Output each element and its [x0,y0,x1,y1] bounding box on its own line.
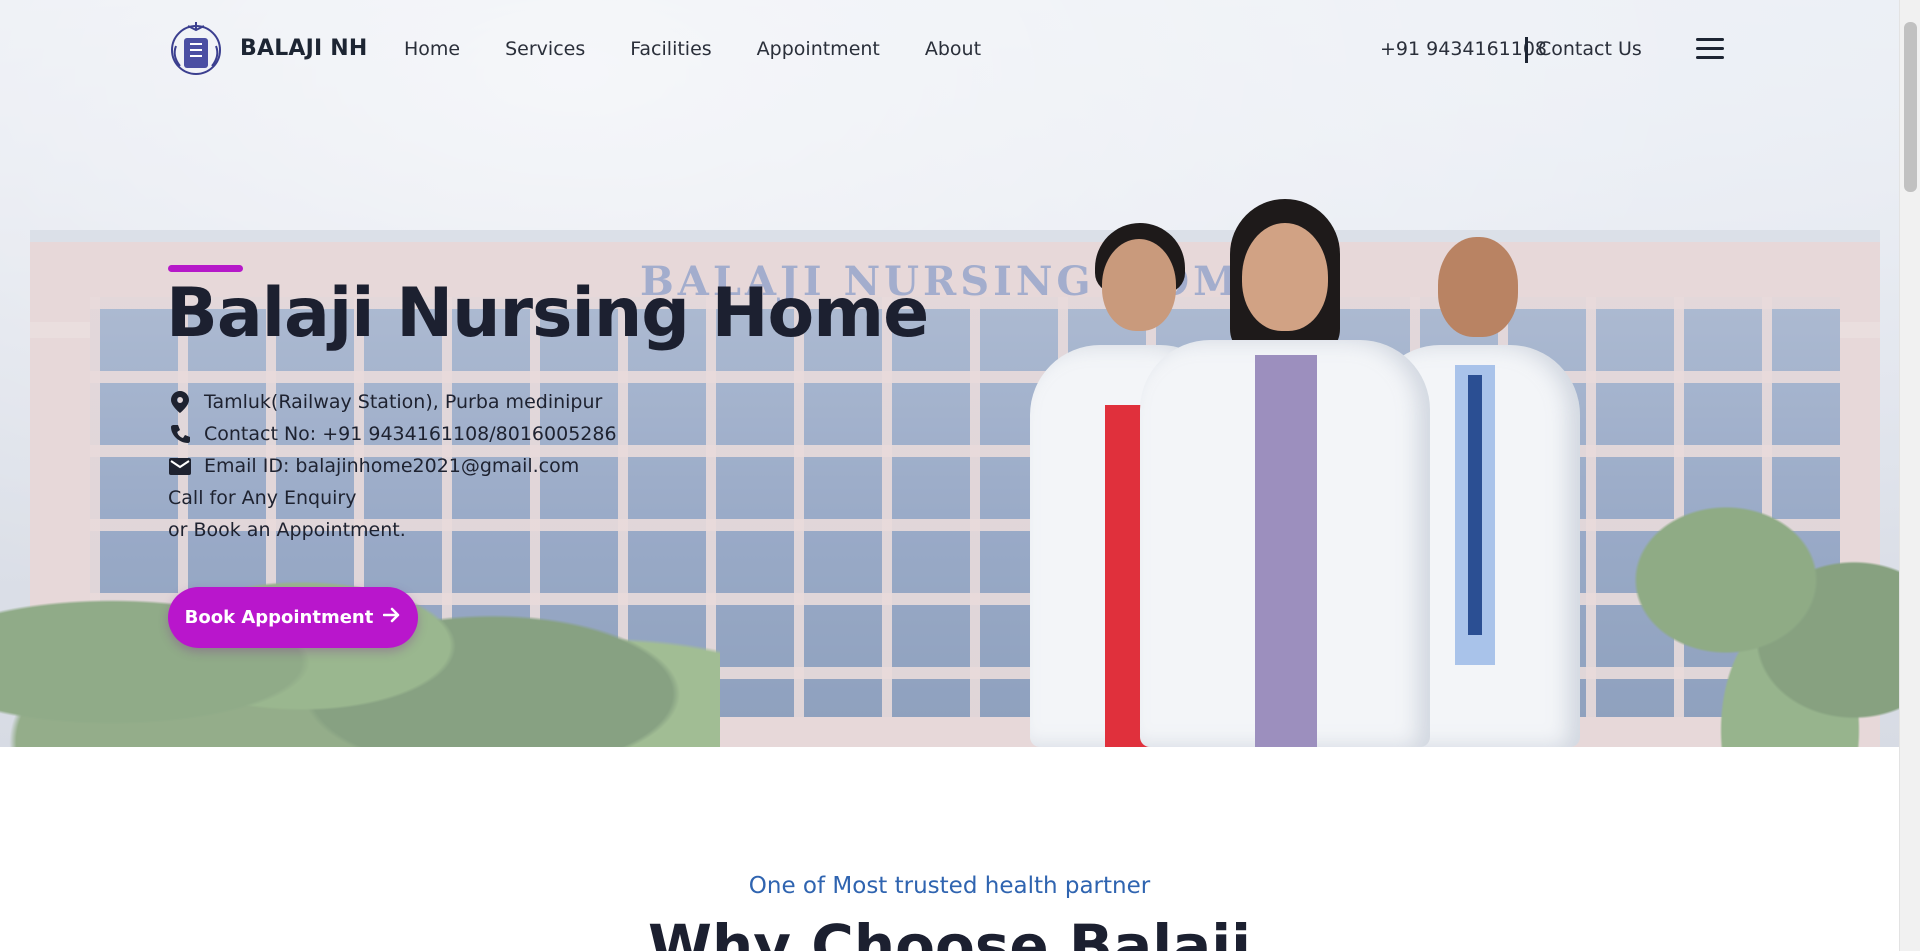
title-accent-bar [168,265,243,272]
section-title: Why Choose Balaji [648,912,1251,951]
page-scrollbar[interactable] [1899,0,1920,951]
book-appointment-label: Book Appointment [184,607,374,628]
address-text: Tamluk(Railway Station), Purba medinipur [204,391,603,413]
nav-home[interactable]: Home [404,38,460,60]
address-line: Tamluk(Railway Station), Purba medinipur [168,390,602,414]
contact-us-link[interactable]: Contact Us [1538,38,1642,60]
email-line: Email ID: balajinhome2021@gmail.com [168,454,579,478]
hero-title: Balaji Nursing Home [166,274,929,353]
email-text: Email ID: balajinhome2021@gmail.com [204,455,580,477]
top-navbar: BALAJI NH Home Services Facilities Appoi… [0,0,1899,100]
location-pin-icon [168,390,192,414]
main-menu: Home Services Facilities Appointment Abo… [404,38,1026,60]
nav-facilities[interactable]: Facilities [630,38,711,60]
doctors-image [1020,199,1580,747]
brand-name[interactable]: BALAJI NH [240,36,368,61]
brand-logo-icon[interactable] [168,16,224,80]
header-divider [1525,37,1528,63]
arrow-right-icon [383,607,401,628]
nav-about[interactable]: About [925,38,981,60]
contact-line: Contact No: +91 9434161108/8016005286 [168,422,617,446]
header-phone-link[interactable]: +91 9434161108 [1380,38,1547,60]
nav-services[interactable]: Services [505,38,585,60]
mail-icon [168,454,192,478]
hamburger-menu-icon[interactable] [1696,38,1724,60]
nav-appointment[interactable]: Appointment [757,38,880,60]
scrollbar-thumb[interactable] [1904,22,1917,192]
enquiry-line-1: Call for Any Enquiry [168,487,357,509]
book-appointment-button[interactable]: Book Appointment [168,587,418,648]
contact-text: Contact No: +91 9434161108/8016005286 [204,423,617,445]
enquiry-line-2: or Book an Appointment. [168,519,406,541]
section-subtitle: One of Most trusted health partner [748,873,1151,899]
phone-icon [168,422,192,446]
